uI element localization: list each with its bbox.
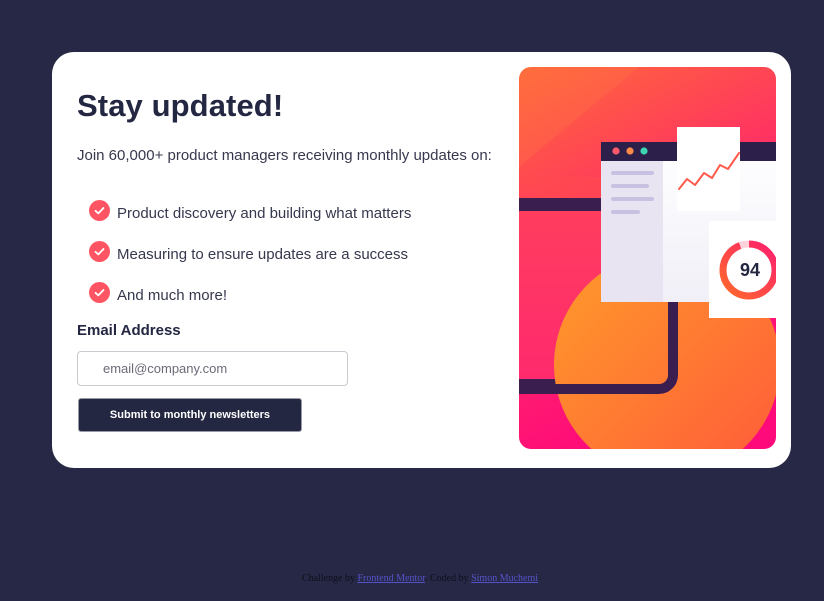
feature-text: Product discovery and building what matt… <box>117 205 412 222</box>
feature-text: Measuring to ensure updates are a succes… <box>117 246 408 263</box>
attribution: Challenge by Frontend Mentor. Coded by S… <box>0 573 824 584</box>
newsletter-card: Stay updated! Join 60,000+ product manag… <box>52 52 791 468</box>
email-field[interactable] <box>77 351 348 386</box>
email-label: Email Address <box>77 322 181 339</box>
intro-text: Join 60,000+ product managers receiving … <box>77 147 492 164</box>
attribution-challenge-text: Challenge by <box>301 573 355 584</box>
score-value: 94 <box>740 260 760 280</box>
page-title: Stay updated! <box>77 88 284 123</box>
dashboard-illustration: 94 <box>519 67 776 449</box>
feature-text: And much more! <box>117 287 228 304</box>
attribution-coded-text: . Coded by <box>424 573 469 584</box>
author-link[interactable]: Simon Muchemi <box>471 573 538 584</box>
frontend-mentor-link[interactable]: Frontend Mentor <box>357 573 425 584</box>
submit-button[interactable]: Submit to monthly newsletters <box>78 398 302 432</box>
